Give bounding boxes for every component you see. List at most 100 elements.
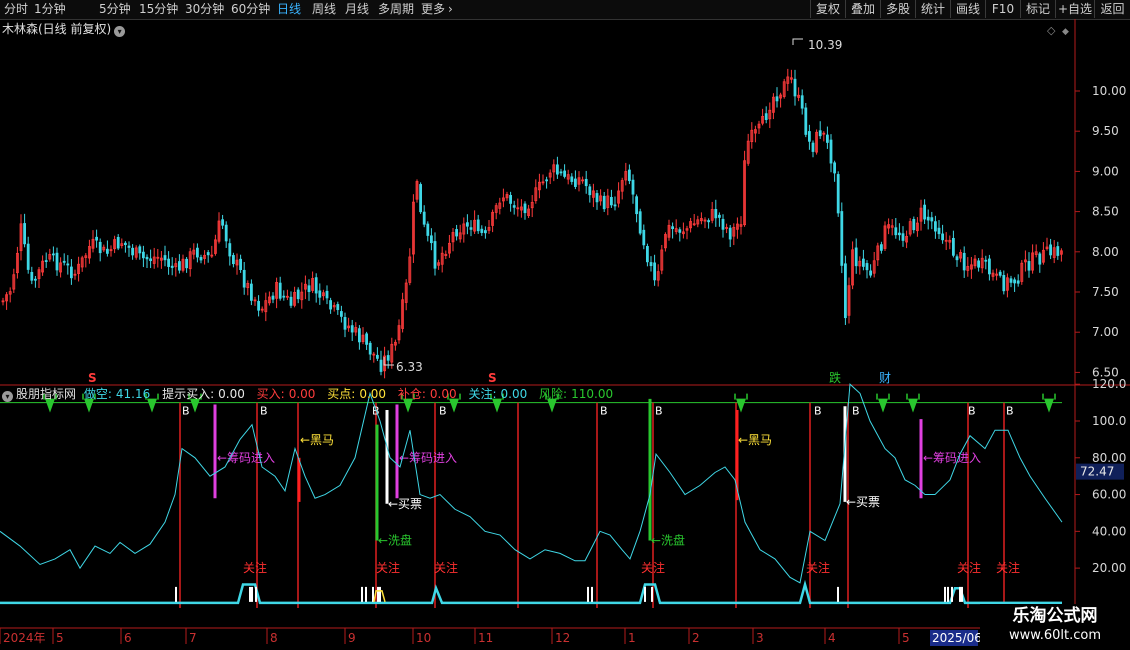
chart-canvas[interactable]: ◇ ◆ 10.396.33S S 跌财 B B B B B B B B B B←黑马 ←黑马←筹码进入 ←筹… <box>0 19 1130 650</box>
candle-body[interactable] <box>844 263 847 319</box>
candle-body[interactable] <box>1027 261 1031 271</box>
candle-body[interactable] <box>296 289 300 300</box>
draw-line-button[interactable]: 画线 <box>950 0 985 18</box>
overlay-button[interactable]: 叠加 <box>845 0 880 18</box>
candle-body[interactable] <box>862 258 865 267</box>
candle-body[interactable] <box>206 252 210 256</box>
candle-body[interactable] <box>124 242 127 246</box>
candle-body[interactable] <box>923 204 926 220</box>
candle-body[interactable] <box>455 229 459 237</box>
period-tab-fenshi[interactable]: 分时 <box>4 1 28 18</box>
candle-body[interactable] <box>804 107 808 135</box>
candle-body[interactable] <box>224 224 228 242</box>
candle-body[interactable] <box>23 223 27 245</box>
period-tab-60min[interactable]: 60分钟 <box>231 1 270 18</box>
candle-body[interactable] <box>563 170 566 177</box>
candle-body[interactable] <box>977 260 980 268</box>
candle-body[interactable] <box>167 258 171 267</box>
period-tab-30min[interactable]: 30分钟 <box>185 1 224 18</box>
candle-body[interactable] <box>595 193 599 203</box>
candle-body[interactable] <box>646 246 649 263</box>
candle-body[interactable] <box>764 113 768 120</box>
candle-body[interactable] <box>185 258 189 269</box>
candle-body[interactable] <box>271 295 275 300</box>
candle-body[interactable] <box>365 333 369 345</box>
indicator-name[interactable]: 股朋指标网 <box>16 387 76 401</box>
candle-body[interactable] <box>55 252 59 271</box>
candle-body[interactable] <box>584 178 588 187</box>
candle-body[interactable] <box>239 258 243 271</box>
candle-body[interactable] <box>52 253 55 256</box>
candle-body[interactable] <box>170 265 174 268</box>
candle-body[interactable] <box>336 304 340 311</box>
candle-body[interactable] <box>811 142 815 152</box>
candle-body[interactable] <box>307 285 311 292</box>
candle-body[interactable] <box>998 271 1002 276</box>
candle-body[interactable] <box>116 236 120 249</box>
candle-body[interactable] <box>671 226 674 230</box>
period-tab-1min[interactable]: 1分钟 <box>34 1 66 18</box>
candle-body[interactable] <box>523 203 527 214</box>
candle-body[interactable] <box>350 325 354 333</box>
more-chevron-icon[interactable]: › <box>448 1 453 18</box>
candle-body[interactable] <box>1009 278 1013 283</box>
candle-body[interactable] <box>368 342 372 355</box>
period-tab-15min[interactable]: 15分钟 <box>139 1 178 18</box>
candle-body[interactable] <box>638 211 642 234</box>
candle-body[interactable] <box>221 219 225 226</box>
candle-body[interactable] <box>631 179 635 195</box>
candle-body[interactable] <box>34 278 37 281</box>
candle-body[interactable] <box>854 247 858 267</box>
candle-body[interactable] <box>901 233 905 241</box>
candle-body[interactable] <box>588 186 592 196</box>
chevron-down-icon[interactable]: ▾ <box>2 391 13 402</box>
candle-body[interactable] <box>433 241 437 269</box>
candle-body[interactable] <box>818 130 822 137</box>
candle-body[interactable] <box>145 256 149 260</box>
period-tab-more[interactable]: 更多 <box>421 1 445 18</box>
candle-body[interactable] <box>678 229 682 233</box>
period-tab-multi[interactable]: 多周期 <box>378 1 414 18</box>
stock-title[interactable]: 木林森(日线 前复权) <box>2 22 111 36</box>
candle-body[interactable] <box>635 196 638 215</box>
candle-body[interactable] <box>177 261 181 271</box>
candle-body[interactable] <box>602 195 606 210</box>
candle-body[interactable] <box>955 256 959 261</box>
period-tab-daily[interactable]: 日线 <box>277 1 301 18</box>
candle-body[interactable] <box>480 228 484 233</box>
candle-body[interactable] <box>339 311 343 317</box>
mark-button[interactable]: 标记 <box>1020 0 1055 18</box>
candle-body[interactable] <box>707 220 710 223</box>
candle-body[interactable] <box>962 252 966 271</box>
candle-body[interactable] <box>138 246 142 254</box>
candle-body[interactable] <box>952 237 955 256</box>
candle-body[interactable] <box>386 355 390 361</box>
candle-body[interactable] <box>483 230 487 234</box>
candle-body[interactable] <box>653 262 656 281</box>
candle-body[interactable] <box>898 232 901 236</box>
candle-body[interactable] <box>127 245 131 248</box>
candle-body[interactable] <box>894 227 898 236</box>
candle-body[interactable] <box>44 260 48 262</box>
candle-body[interactable] <box>141 251 145 259</box>
candle-body[interactable] <box>649 262 653 267</box>
candle-body[interactable] <box>728 227 732 240</box>
candle-body[interactable] <box>422 211 426 225</box>
candlesticks[interactable]: 10.39 6.33 S S 跌 财 <box>1 38 1063 385</box>
candle-body[interactable] <box>379 359 383 372</box>
candle-body[interactable] <box>228 243 232 257</box>
candle-body[interactable] <box>314 277 318 294</box>
indicator-pane[interactable]: B B B B B B B B B B←黑马 ←黑马←筹码进入 ←筹码进入 ←筹码进入←买票 ←买票←洗盘… <box>0 383 1063 608</box>
candle-body[interactable] <box>800 95 804 109</box>
candle-body[interactable] <box>1049 244 1052 256</box>
candle-body[interactable] <box>66 263 70 266</box>
candle-body[interactable] <box>95 236 98 241</box>
candle-body[interactable] <box>429 235 433 244</box>
multi-stock-button[interactable]: 多股 <box>880 0 915 18</box>
candle-body[interactable] <box>1002 275 1006 292</box>
period-tab-weekly[interactable]: 周线 <box>312 1 336 18</box>
candle-body[interactable] <box>721 218 725 230</box>
candle-body[interactable] <box>926 216 930 221</box>
diamond-icon[interactable]: ◇ <box>1047 24 1056 37</box>
candle-body[interactable] <box>570 176 574 182</box>
